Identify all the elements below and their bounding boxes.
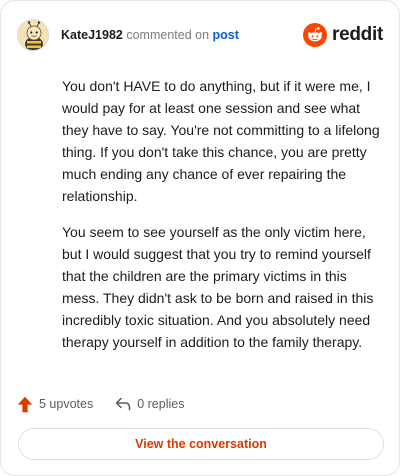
comment-paragraph: You don't HAVE to do anything, but if it…: [62, 78, 380, 204]
upvote-action[interactable]: 5 upvotes: [17, 396, 93, 413]
comment-meta: KateJ1982 commented on post: [61, 27, 239, 43]
reddit-wordmark: reddit: [332, 24, 383, 45]
comment-actions: 5 upvotes 0 replies: [17, 393, 184, 415]
reply-count: 0 replies: [137, 397, 185, 411]
view-conversation-button[interactable]: View the conversation: [18, 428, 384, 460]
reply-arrow-icon: [115, 397, 131, 411]
comment-body: You don't HAVE to do anything, but if it…: [62, 75, 380, 367]
comment-paragraph: You seem to see yourself as the only vic…: [62, 224, 374, 350]
upvote-count: 5 upvotes: [39, 397, 94, 411]
reddit-alien-icon: [303, 23, 328, 47]
reddit-logo[interactable]: reddit: [303, 21, 383, 49]
post-link[interactable]: post: [213, 28, 239, 42]
username-link[interactable]: KateJ1982: [61, 28, 123, 42]
comment-embed-card: KateJ1982 commented on post reddit You d…: [0, 0, 400, 476]
comment-header: KateJ1982 commented on post reddit: [17, 17, 383, 53]
bee-avatar-icon[interactable]: [17, 19, 49, 51]
commented-on-text: commented on: [126, 28, 210, 42]
reply-action[interactable]: 0 replies: [115, 397, 184, 411]
upvote-arrow-icon: [17, 396, 33, 412]
